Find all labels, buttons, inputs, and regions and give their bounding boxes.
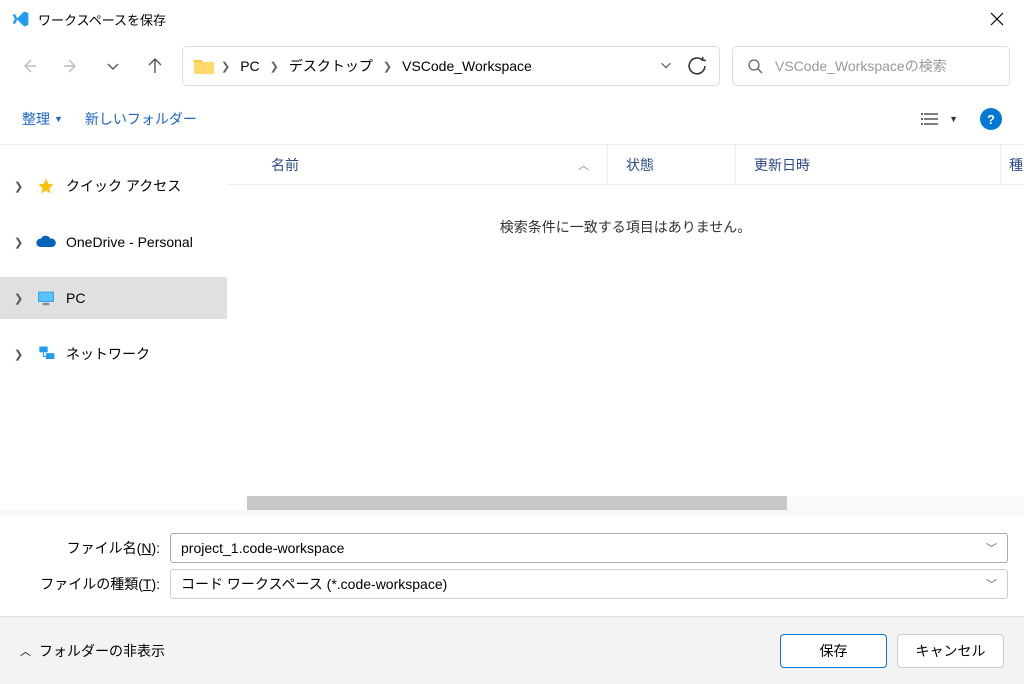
nav-bar: ❯ PC ❯ デスクトップ ❯ VSCode_Workspace VSCode_… [0, 38, 1024, 94]
filename-label: ファイル名(N): [0, 538, 170, 558]
caret-down-icon: ▼ [54, 114, 63, 124]
bottom-panel: ファイル名(N): project_1.code-workspace ﹀ ファイ… [0, 510, 1024, 684]
star-icon [36, 176, 56, 196]
title-bar: ワークスペースを保存 [0, 0, 1024, 38]
file-list: 名前 ︿ 状態 更新日時 種 検索条件に一致する項目はありません。 [227, 145, 1024, 512]
column-header-date[interactable]: 更新日時 [735, 145, 1000, 184]
arrow-right-icon [63, 58, 79, 74]
organize-button[interactable]: 整理 ▼ [22, 109, 63, 129]
breadcrumb-item[interactable]: VSCode_Workspace [398, 56, 536, 76]
chevron-right-icon: ❯ [221, 60, 230, 73]
sidebar-item-pc[interactable]: ❯ PC [0, 277, 227, 319]
column-headers: 名前 ︿ 状態 更新日時 種 [227, 145, 1024, 185]
column-header-name[interactable]: 名前 ︿ [227, 145, 607, 184]
sidebar: ❯ クイック アクセス ❯ OneDrive - Personal ❯ PC ❯ [0, 145, 227, 512]
caret-down-icon: ▼ [949, 114, 958, 124]
cancel-button[interactable]: キャンセル [897, 634, 1004, 668]
main-area: ❯ クイック アクセス ❯ OneDrive - Personal ❯ PC ❯ [0, 144, 1024, 512]
window-title: ワークスペースを保存 [38, 10, 974, 29]
refresh-icon [688, 57, 706, 75]
chevron-right-icon: ❯ [14, 236, 26, 249]
sidebar-item-quick-access[interactable]: ❯ クイック アクセス [0, 165, 227, 207]
column-header-type[interactable]: 種 [1000, 145, 1024, 184]
arrow-up-icon [147, 58, 163, 74]
up-button[interactable] [140, 51, 170, 81]
sidebar-item-label: ネットワーク [66, 344, 150, 364]
sidebar-item-label: OneDrive - Personal [66, 234, 193, 250]
save-button[interactable]: 保存 [780, 634, 887, 668]
onedrive-icon [36, 232, 56, 252]
vscode-icon [10, 9, 30, 29]
empty-message: 検索条件に一致する項目はありません。 [227, 185, 1024, 269]
chevron-right-icon: ❯ [14, 180, 26, 193]
toolbar: 整理 ▼ 新しいフォルダー ▼ ? [0, 94, 1024, 144]
view-options-button[interactable]: ▼ [921, 111, 958, 127]
filename-input[interactable]: project_1.code-workspace ﹀ [170, 533, 1008, 563]
forward-button[interactable] [56, 51, 86, 81]
scrollbar-thumb[interactable] [247, 496, 787, 510]
pc-icon [36, 288, 56, 308]
back-button[interactable] [14, 51, 44, 81]
chevron-right-icon: ❯ [14, 292, 26, 305]
breadcrumb-item[interactable]: デスクトップ [285, 54, 377, 78]
address-bar[interactable]: ❯ PC ❯ デスクトップ ❯ VSCode_Workspace [182, 46, 720, 86]
close-button[interactable] [974, 3, 1020, 35]
column-header-status[interactable]: 状態 [607, 145, 735, 184]
refresh-button[interactable] [685, 54, 709, 78]
chevron-down-icon[interactable]: ﹀ [986, 576, 997, 592]
sidebar-item-network[interactable]: ❯ ネットワーク [0, 333, 227, 375]
sidebar-item-onedrive[interactable]: ❯ OneDrive - Personal [0, 221, 227, 263]
help-button[interactable]: ? [980, 108, 1002, 130]
filetype-label: ファイルの種類(T): [0, 574, 170, 594]
sidebar-item-label: クイック アクセス [66, 176, 181, 196]
search-input[interactable]: VSCode_Workspaceの検索 [732, 46, 1010, 86]
chevron-down-icon [105, 58, 121, 74]
recent-locations-button[interactable] [98, 51, 128, 81]
search-icon [747, 58, 763, 74]
new-folder-button[interactable]: 新しいフォルダー [85, 109, 197, 129]
sort-indicator-icon: ︿ [578, 157, 589, 173]
chevron-down-icon [659, 58, 673, 72]
search-placeholder: VSCode_Workspaceの検索 [775, 56, 947, 76]
close-icon [990, 12, 1004, 26]
chevron-right-icon: ❯ [270, 60, 279, 73]
network-icon [36, 344, 56, 364]
chevron-up-icon: ︿ [20, 643, 31, 659]
folder-icon [193, 57, 215, 75]
breadcrumb-item[interactable]: PC [236, 56, 263, 76]
chevron-right-icon: ❯ [383, 60, 392, 73]
list-view-icon [921, 111, 941, 127]
filetype-select[interactable]: コード ワークスペース (*.code-workspace) ﹀ [170, 569, 1008, 599]
chevron-down-icon[interactable]: ﹀ [986, 540, 997, 556]
hide-folders-button[interactable]: ︿ フォルダーの非表示 [20, 641, 165, 661]
arrow-left-icon [21, 58, 37, 74]
footer: ︿ フォルダーの非表示 保存 キャンセル [0, 616, 1024, 684]
chevron-right-icon: ❯ [14, 348, 26, 361]
sidebar-item-label: PC [66, 290, 85, 306]
address-dropdown[interactable] [659, 58, 673, 75]
